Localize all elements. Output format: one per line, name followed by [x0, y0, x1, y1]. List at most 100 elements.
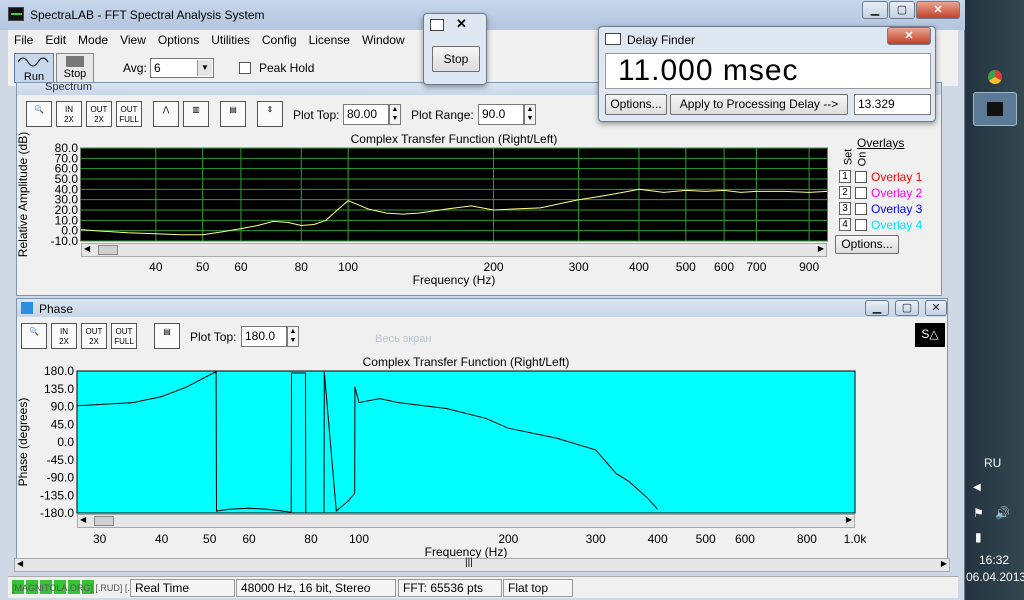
- phase-scroll-thumb[interactable]: [94, 516, 114, 526]
- peak-hold-label: Peak Hold: [259, 61, 315, 75]
- phase-header: Phase ▁ ▢ ✕: [17, 299, 947, 317]
- main-scroll-right-icon[interactable]: ▶: [941, 559, 947, 568]
- phase-zoom-in-2x-icon[interactable]: IN 2X: [51, 323, 77, 349]
- x-tick-label: 40: [155, 532, 169, 546]
- menu-mode[interactable]: Mode: [72, 30, 114, 47]
- phase-zoom-full-icon[interactable]: OUT FULL: [111, 323, 137, 349]
- minimize-button[interactable]: ▁: [862, 1, 888, 19]
- maximize-button[interactable]: ▢: [889, 1, 915, 19]
- scroll-right-icon[interactable]: ▶: [818, 244, 824, 253]
- language-indicator[interactable]: RU: [984, 456, 1001, 470]
- phase-minimize-button[interactable]: ▁: [865, 300, 889, 316]
- phase-scroll-left-icon[interactable]: ◀: [80, 515, 86, 524]
- chevron-down-icon[interactable]: ▼: [197, 60, 212, 76]
- mini-window-icon: [430, 19, 444, 31]
- stop-window-close-icon[interactable]: ✕: [456, 16, 467, 32]
- zoom-in-2x-icon[interactable]: IN 2X: [56, 101, 82, 127]
- y-tick-label: -135.0: [40, 488, 74, 502]
- spectrum-scrollbar[interactable]: ◀ ▶: [81, 243, 827, 257]
- x-tick-label: 200: [498, 532, 518, 546]
- menu-edit[interactable]: Edit: [39, 30, 72, 47]
- delay-finder-close-button[interactable]: ✕: [887, 27, 931, 45]
- volume-icon[interactable]: 🔊: [995, 506, 1010, 520]
- status-bar: [MAGNITOLA.ORG] [.RUD] [.NET] Real Time …: [8, 576, 958, 598]
- plot-range-spinner[interactable]: ▲ ▼: [524, 104, 536, 125]
- overlay-checkbox[interactable]: [855, 219, 867, 231]
- phase-table-icon[interactable]: ▤: [154, 323, 180, 349]
- x-tick-label: 60: [242, 532, 256, 546]
- overlay-set-button[interactable]: 3: [839, 202, 851, 215]
- processing-delay-field[interactable]: 13.329: [854, 94, 931, 115]
- bar-display-icon[interactable]: ▥: [183, 101, 209, 127]
- menu-license[interactable]: License: [303, 30, 356, 47]
- phase-scrollbar[interactable]: ◀ ▶: [77, 514, 855, 528]
- ghost-tooltip-text: Весь экран: [375, 333, 432, 345]
- overlay-set-button[interactable]: 2: [839, 186, 851, 199]
- overlay-checkbox[interactable]: [855, 171, 867, 183]
- spectrum-options-button[interactable]: Options...: [835, 235, 899, 254]
- menu-file[interactable]: File: [8, 30, 39, 47]
- stop-window-button[interactable]: Stop: [432, 46, 480, 72]
- menu-options[interactable]: Options: [152, 30, 205, 47]
- menu-utilities[interactable]: Utilities: [205, 30, 256, 47]
- scroll-thumb[interactable]: [98, 245, 118, 255]
- app-icon: [8, 7, 24, 21]
- main-scroll-left-icon[interactable]: ◀: [17, 559, 23, 568]
- menu-window[interactable]: Window: [356, 30, 411, 47]
- apply-delay-button[interactable]: Apply to Processing Delay -->: [670, 94, 848, 115]
- phase-zoom-out-2x-icon[interactable]: OUT 2X: [81, 323, 107, 349]
- phase-zoom-icon[interactable]: 🔍: [21, 323, 47, 349]
- overlay-label: Overlay 2: [871, 186, 923, 200]
- y-tick-label: 0.0: [57, 435, 74, 449]
- taskbar-chrome[interactable]: [973, 60, 1017, 94]
- taskbar-spectralab[interactable]: [973, 92, 1017, 126]
- x-tick-label: 50: [203, 532, 217, 546]
- overlay-set-button[interactable]: 4: [839, 218, 851, 231]
- clock-date[interactable]: 06.04.2013: [966, 570, 1024, 584]
- x-tick-label: 500: [676, 260, 696, 274]
- zoom-full-icon[interactable]: OUT FULL: [116, 101, 142, 127]
- run-button[interactable]: Run: [14, 53, 54, 83]
- y-tick-label: -90.0: [47, 471, 75, 485]
- x-axis-label: Frequency (Hz): [413, 273, 496, 287]
- overlay-set-button[interactable]: 1: [839, 170, 851, 183]
- menu-config[interactable]: Config: [256, 30, 303, 47]
- stop-button[interactable]: Stop: [56, 53, 94, 83]
- overlay-checkbox[interactable]: [855, 187, 867, 199]
- main-scroll-grip[interactable]: |||: [465, 557, 473, 568]
- zoom-out-2x-icon[interactable]: OUT 2X: [86, 101, 112, 127]
- x-tick-label: 80: [295, 260, 309, 274]
- battery-icon[interactable]: ▮: [975, 530, 982, 544]
- overlay-checkbox[interactable]: [855, 203, 867, 215]
- peak-hold-checkbox[interactable]: [239, 62, 251, 74]
- phase-plot-top-input[interactable]: 180.0: [241, 326, 287, 347]
- phase-title: Phase: [39, 302, 74, 316]
- plot-top-input[interactable]: 80.00: [343, 104, 389, 125]
- menu-view[interactable]: View: [114, 30, 152, 47]
- phase-plot-top-label: Plot Top:: [190, 330, 237, 344]
- x-tick-label: 30: [93, 532, 107, 546]
- delay-options-button[interactable]: Options...: [605, 94, 667, 115]
- phase-maximize-button[interactable]: ▢: [895, 300, 919, 316]
- table-icon[interactable]: ▤: [220, 101, 246, 127]
- plot-top-label: Plot Top:: [293, 108, 340, 122]
- phase-mode-icon[interactable]: S△: [915, 323, 945, 347]
- peak-marker-icon[interactable]: ⋀: [153, 101, 179, 127]
- phase-plot-top-spinner[interactable]: ▲ ▼: [287, 326, 299, 347]
- clock-time[interactable]: 16:32: [979, 553, 1009, 567]
- scroll-left-icon[interactable]: ◀: [84, 244, 90, 253]
- scale-icon[interactable]: ⇕: [257, 101, 283, 127]
- zoom-icon[interactable]: 🔍: [26, 101, 52, 127]
- plot-area: [80, 147, 828, 242]
- avg-select[interactable]: 6 ▼: [150, 58, 214, 78]
- close-button[interactable]: ✕: [916, 1, 960, 19]
- phase-close-button[interactable]: ✕: [925, 300, 947, 316]
- plot-top-spinner[interactable]: ▲ ▼: [389, 104, 401, 125]
- x-tick-label: 900: [799, 260, 819, 274]
- main-horizontal-scrollbar[interactable]: ◀ ||| ▶: [14, 557, 950, 572]
- phase-scroll-right-icon[interactable]: ▶: [846, 515, 852, 524]
- flag-icon[interactable]: ⚑: [973, 506, 984, 520]
- plot-range-input[interactable]: 90.0: [478, 104, 524, 125]
- chevron-left-icon[interactable]: ◀: [973, 482, 981, 493]
- overlay-set-label: Set: [842, 148, 855, 166]
